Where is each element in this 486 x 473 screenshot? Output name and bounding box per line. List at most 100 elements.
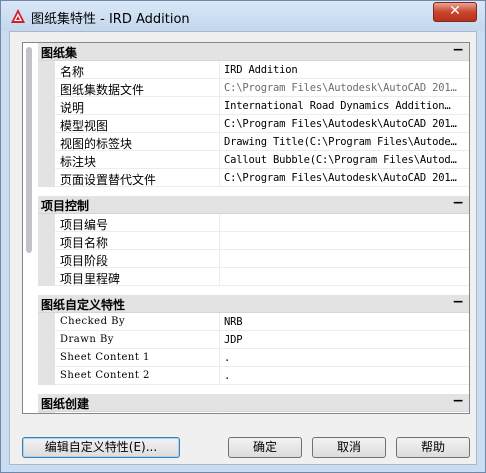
property-value[interactable]: C:\Program Files\Autodesk\AutoCAD 201… (224, 82, 468, 94)
row-gutter (38, 214, 55, 232)
row-gutter (38, 412, 55, 413)
property-row[interactable]: Sheet Content 1. (38, 349, 469, 367)
property-value[interactable]: Callout Bubble(C:\Program Files\Autod… (224, 154, 468, 166)
property-name: 名称 (60, 65, 85, 79)
window-title: 图纸集特性 - IRD Addition (31, 12, 190, 27)
category-header[interactable]: 图纸集 − (38, 43, 469, 61)
column-divider[interactable] (219, 169, 220, 187)
column-divider[interactable] (219, 367, 220, 385)
close-button[interactable]: ✕ (433, 2, 477, 22)
property-name: 项目里程碑 (60, 272, 121, 286)
close-icon: ✕ (449, 3, 461, 19)
category-label: 项目控制 (41, 199, 90, 213)
property-row[interactable]: Drawn By JDP (38, 331, 469, 349)
property-row[interactable]: 项目阶段 (38, 250, 469, 268)
scrollbar-thumb[interactable] (26, 47, 32, 253)
column-divider[interactable] (219, 97, 220, 115)
property-name: 模型视图 (60, 119, 109, 133)
column-divider[interactable] (219, 268, 220, 286)
row-gutter (38, 151, 55, 169)
row-gutter (38, 250, 55, 268)
category-header[interactable]: 图纸自定义特性 − (38, 294, 469, 313)
collapse-icon[interactable]: − (452, 294, 464, 310)
property-row[interactable]: 图纸集数据文件 C:\Program Files\Autodesk\AutoCAD… (38, 79, 469, 97)
property-name: 说明 (60, 101, 85, 115)
row-gutter (38, 313, 55, 331)
property-name: 视图的标签块 (60, 137, 133, 151)
category-label: 图纸自定义特性 (41, 298, 126, 312)
property-row[interactable]: 模型视图 C:\Program Files\Autodesk\AutoCAD 20… (38, 115, 469, 133)
property-row[interactable]: 项目编号 (38, 214, 469, 232)
property-row[interactable]: 名称 IRD Addition (38, 61, 469, 79)
category-header[interactable]: 项目控制 − (38, 195, 469, 214)
property-name: Drawn By (60, 334, 114, 345)
row-gutter (38, 115, 55, 133)
collapse-icon[interactable]: − (452, 195, 464, 211)
dialog-client-area: 图纸集 − 名称 IRD Addition 图纸集数据文件 C:\Program File… (9, 31, 477, 465)
property-row[interactable]: 标注块 Callout Bubble(C:\Program Files\Autod… (38, 151, 469, 169)
property-row[interactable]: 项目里程碑 (38, 268, 469, 286)
column-divider[interactable] (219, 412, 220, 413)
category-label: 图纸创建 (41, 397, 90, 411)
row-gutter (38, 331, 55, 349)
column-divider[interactable] (219, 133, 220, 151)
property-name: 项目编号 (60, 218, 109, 232)
column-divider[interactable] (219, 79, 220, 97)
property-name: Sheet Content 1 (60, 352, 150, 363)
property-row[interactable]: 视图的标签块 Drawing Title(C:\Program Files\Aut… (38, 133, 469, 151)
property-name: 项目名称 (60, 236, 109, 250)
property-name: Checked By (60, 316, 126, 327)
property-name: 项目阶段 (60, 254, 109, 268)
column-divider[interactable] (219, 151, 220, 169)
property-name: 页面设置替代文件 (60, 173, 157, 187)
category-header[interactable]: 图纸创建 − (38, 393, 469, 412)
title-bar[interactable]: 图纸集特性 - IRD Addition ✕ (1, 1, 485, 31)
property-name: Sheet Content 2 (60, 370, 150, 381)
property-value[interactable]: IRD Addition (224, 64, 468, 76)
collapse-icon[interactable]: − (452, 43, 464, 58)
category-label: 图纸集 (41, 46, 78, 60)
property-row[interactable]: 项目名称 (38, 232, 469, 250)
column-divider[interactable] (219, 232, 220, 250)
property-row[interactable]: 图纸保存位置C:\Program Files\Autodesk\AutoCAD … (38, 412, 469, 413)
row-gutter (38, 61, 55, 79)
property-value[interactable]: C:\Program Files\Autodesk\AutoCAD 201… (224, 118, 468, 130)
row-gutter (38, 349, 55, 367)
property-value[interactable]: . (224, 370, 468, 382)
property-row[interactable]: Sheet Content 2. (38, 367, 469, 385)
cancel-button[interactable]: 取消 (312, 437, 386, 458)
ok-button[interactable]: 确定 (228, 437, 302, 458)
help-button[interactable]: 帮助 (396, 437, 470, 458)
column-divider[interactable] (219, 250, 220, 268)
row-gutter (38, 79, 55, 97)
row-gutter (38, 133, 55, 151)
property-value[interactable]: JDP (224, 334, 468, 346)
property-row[interactable]: 页面设置替代文件 C:\Program Files\Autodesk\AutoCA… (38, 169, 469, 187)
dialog-window: 图纸集特性 - IRD Addition ✕ 图纸集 − 名称 IRD Additio… (0, 0, 486, 473)
property-row[interactable]: 说明 International Road Dynamics Addition… (38, 97, 469, 115)
autocad-logo-icon (11, 9, 25, 23)
column-divider[interactable] (219, 349, 220, 367)
row-gutter (38, 169, 55, 187)
column-divider[interactable] (219, 115, 220, 133)
property-grid: 图纸集 − 名称 IRD Addition 图纸集数据文件 C:\Program File… (38, 43, 469, 413)
property-name: 标注块 (60, 155, 97, 169)
property-value[interactable]: NRB (224, 316, 468, 328)
column-divider[interactable] (219, 214, 220, 232)
collapse-icon[interactable]: − (452, 393, 464, 409)
property-value[interactable]: C:\Program Files\Autodesk\AutoCAD 201… (224, 172, 468, 184)
property-value[interactable]: . (224, 352, 468, 364)
row-gutter (38, 97, 55, 115)
property-value[interactable]: International Road Dynamics Addition… (224, 100, 468, 112)
row-gutter (38, 268, 55, 286)
row-gutter (38, 232, 55, 250)
edit-custom-properties-button[interactable]: 编辑自定义特性(E)... (22, 437, 180, 458)
properties-grid-panel: 图纸集 − 名称 IRD Addition 图纸集数据文件 C:\Program File… (22, 42, 470, 414)
property-row[interactable]: Checked By NRB (38, 313, 469, 331)
property-value[interactable]: Drawing Title(C:\Program Files\Autode… (224, 136, 468, 148)
column-divider[interactable] (219, 313, 220, 331)
column-divider[interactable] (219, 331, 220, 349)
vertical-scrollbar[interactable] (25, 45, 33, 253)
column-divider[interactable] (219, 61, 220, 79)
